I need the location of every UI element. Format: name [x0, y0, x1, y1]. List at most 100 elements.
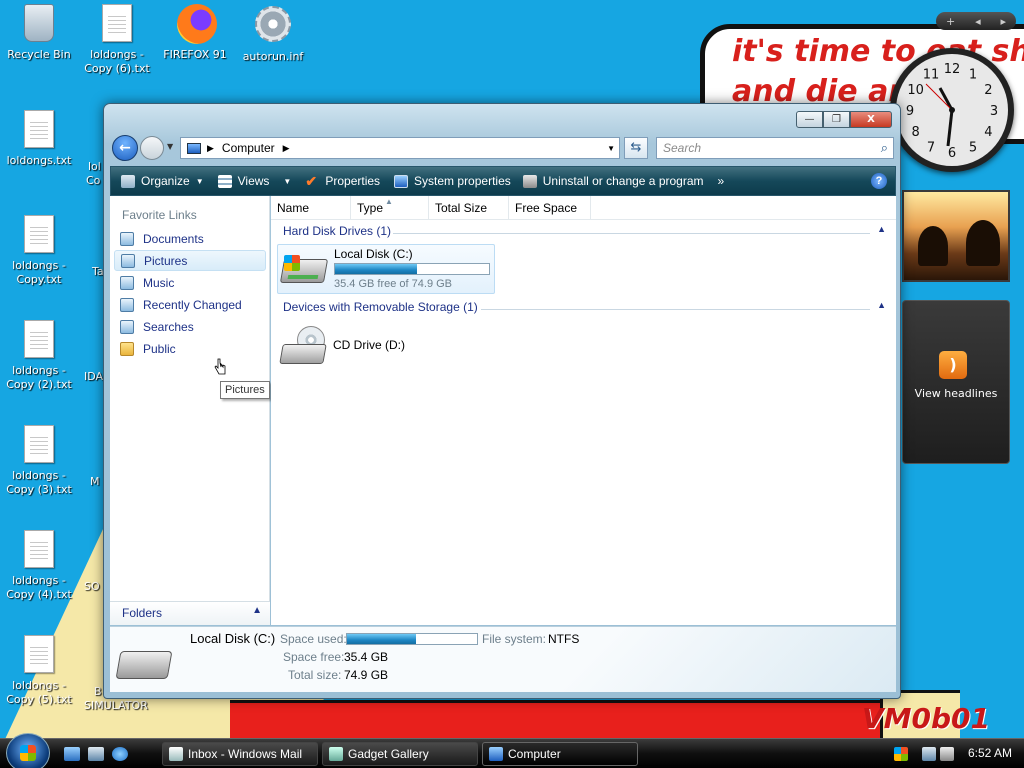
computer-icon	[489, 747, 503, 761]
text-file-icon	[102, 4, 132, 42]
partial-icon-label[interactable]: SIMULATOR	[84, 699, 148, 712]
partial-icon-label[interactable]: B	[94, 685, 102, 698]
forward-button[interactable]	[140, 136, 164, 160]
partial-icon-label[interactable]: Co	[86, 174, 100, 187]
next-page-icon[interactable]: ▸	[1001, 15, 1007, 28]
column-header-type[interactable]: ▲ Type	[351, 196, 429, 220]
nav-link-documents[interactable]: Documents	[114, 228, 266, 249]
drive-item-local-disk-c[interactable]: Local Disk (C:) 35.4 GB free of 74.9 GB	[277, 244, 495, 294]
desktop-icon-file[interactable]: loldongs - Copy (4).txt	[0, 530, 78, 602]
desktop-icon-file[interactable]: loldongs.txt	[0, 110, 78, 168]
search-input[interactable]: Search ⌕	[656, 137, 894, 159]
cd-drive-icon[interactable]	[279, 326, 329, 366]
search-placeholder: Search	[663, 141, 702, 155]
address-dropdown-icon[interactable]: ▼	[607, 144, 615, 153]
desktop-icon-label: autorun.inf	[242, 50, 304, 63]
views-button[interactable]: Views ▼	[217, 174, 291, 188]
partial-icon-label[interactable]: M	[90, 475, 100, 488]
filesystem-label: File system:	[482, 632, 547, 646]
desktop-icon-file[interactable]: loldongs - Copy (3).txt	[0, 425, 78, 497]
network-icon[interactable]	[922, 747, 936, 761]
views-icon	[217, 174, 232, 188]
text-file-icon	[24, 425, 54, 463]
file-list: Name ▲ Type Total Size Free Space Hard D…	[271, 196, 896, 625]
desktop-icon-recycle-bin[interactable]: Recycle Bin	[0, 4, 78, 62]
partial-icon-label[interactable]: lol	[88, 160, 101, 173]
column-header-total-size[interactable]: Total Size	[429, 196, 509, 220]
group-title: Devices with Removable Storage (1)	[283, 300, 478, 314]
address-row: ← ▼ ▶ Computer ▶ ▼ ⇆ Search ⌕	[110, 134, 894, 162]
tooltip: Pictures	[220, 381, 270, 399]
address-bar[interactable]: ▶ Computer ▶ ▼	[180, 137, 620, 159]
partial-icon-label[interactable]: IDA	[84, 370, 103, 383]
partial-icon-label[interactable]: Ta	[92, 265, 104, 278]
breadcrumb-chevron-icon[interactable]: ▶	[207, 143, 214, 154]
collapse-icon[interactable]: ▲	[877, 300, 886, 310]
internet-explorer-icon[interactable]	[112, 747, 128, 761]
nav-link-pictures[interactable]: Pictures	[114, 250, 266, 271]
recent-pages-dropdown[interactable]: ▼	[167, 142, 173, 151]
column-header-name[interactable]: Name	[271, 196, 351, 220]
group-header-removable-storage[interactable]: Devices with Removable Storage (1) ▲	[283, 300, 888, 318]
firefox-icon	[177, 4, 217, 44]
desktop-icon-file[interactable]: loldongs - Copy (2).txt	[0, 320, 78, 392]
system-properties-button[interactable]: System properties	[394, 174, 511, 188]
previous-page-icon[interactable]: ◂	[975, 15, 981, 28]
column-header-free-space[interactable]: Free Space	[509, 196, 591, 220]
show-desktop-icon[interactable]	[64, 747, 80, 761]
slideshow-gadget[interactable]	[902, 190, 1010, 282]
taskbar-button-gadget-gallery[interactable]: Gadget Gallery	[322, 742, 478, 766]
rss-icon: )	[939, 351, 967, 379]
nav-link-recently-changed[interactable]: Recently Changed	[114, 294, 266, 315]
recycle-bin-icon	[24, 4, 54, 42]
taskbar-button-computer[interactable]: Computer	[482, 742, 638, 766]
desktop-icon-label: loldongs - Copy (3).txt	[6, 469, 72, 496]
windows-update-icon[interactable]	[894, 747, 908, 761]
uninstall-program-button[interactable]: Uninstall or change a program	[522, 174, 704, 188]
breadcrumb-computer[interactable]: Computer	[222, 141, 275, 155]
clock-numeral: 12	[944, 62, 961, 77]
taskbar-button-windows-mail[interactable]: Inbox - Windows Mail	[162, 742, 318, 766]
nav-link-music[interactable]: Music	[114, 272, 266, 293]
switch-windows-icon[interactable]	[88, 747, 104, 761]
nav-link-public[interactable]: Public	[114, 338, 266, 359]
refresh-button[interactable]: ⇆	[624, 137, 648, 159]
clock-numeral: 2	[984, 83, 992, 98]
space-used-bar	[346, 633, 478, 645]
feed-headlines-gadget[interactable]: ) View headlines	[902, 300, 1010, 464]
breadcrumb-chevron-icon[interactable]: ▶	[283, 143, 290, 154]
start-button[interactable]	[6, 733, 50, 768]
clock-gadget[interactable]: 12 1 2 3 4 5 6 7 8 9 10 11	[890, 48, 1014, 172]
properties-icon: ✔	[305, 172, 318, 189]
add-gadget-icon[interactable]: +	[946, 15, 955, 28]
organize-button[interactable]: Organize ▼	[121, 174, 204, 188]
more-commands-button[interactable]: »	[718, 174, 725, 188]
clock-numeral: 7	[927, 140, 935, 155]
properties-button[interactable]: ✔ Properties	[305, 172, 380, 189]
help-icon[interactable]: ?	[871, 173, 887, 189]
search-icon[interactable]: ⌕	[881, 140, 888, 156]
desktop-icon-firefox[interactable]: FIREFOX 91	[156, 4, 234, 62]
drive-item-cd-drive-d[interactable]: CD Drive (D:)	[333, 338, 405, 352]
desktop-icon-file[interactable]: loldongs - Copy (6).txt	[78, 4, 156, 76]
nav-link-searches[interactable]: Searches	[114, 316, 266, 337]
taskbar-clock[interactable]: 6:52 AM	[968, 746, 1012, 760]
documents-icon	[120, 231, 134, 246]
desktop-icon-file[interactable]: loldongs - Copy.txt	[0, 215, 78, 287]
back-button[interactable]: ←	[112, 135, 138, 161]
maximize-button[interactable]: ❐	[823, 111, 850, 128]
volume-muted-icon[interactable]	[940, 747, 954, 761]
folders-toggle[interactable]: Folders ▲	[110, 601, 270, 625]
partial-icon-label[interactable]: SO	[84, 580, 100, 593]
view-headlines-link[interactable]: View headlines	[903, 387, 1009, 400]
desktop-icon-file[interactable]: loldongs - Copy (5).txt	[0, 635, 78, 707]
window-controls: — ❐ X	[796, 111, 892, 128]
desktop-icon-autorun[interactable]: autorun.inf	[234, 4, 312, 64]
collapse-icon[interactable]: ▲	[877, 224, 886, 234]
close-button[interactable]: X	[850, 111, 892, 128]
nav-link-label: Public	[143, 341, 176, 356]
group-header-hard-disk-drives[interactable]: Hard Disk Drives (1) ▲	[283, 224, 888, 242]
computer-explorer-window[interactable]: — ❐ X ← ▼ ▶ Computer ▶ ▼ ⇆ Search ⌕ Orga…	[103, 103, 901, 699]
navigation-pane: Favorite Links Documents Pictures Music …	[110, 196, 270, 624]
minimize-button[interactable]: —	[796, 111, 823, 128]
